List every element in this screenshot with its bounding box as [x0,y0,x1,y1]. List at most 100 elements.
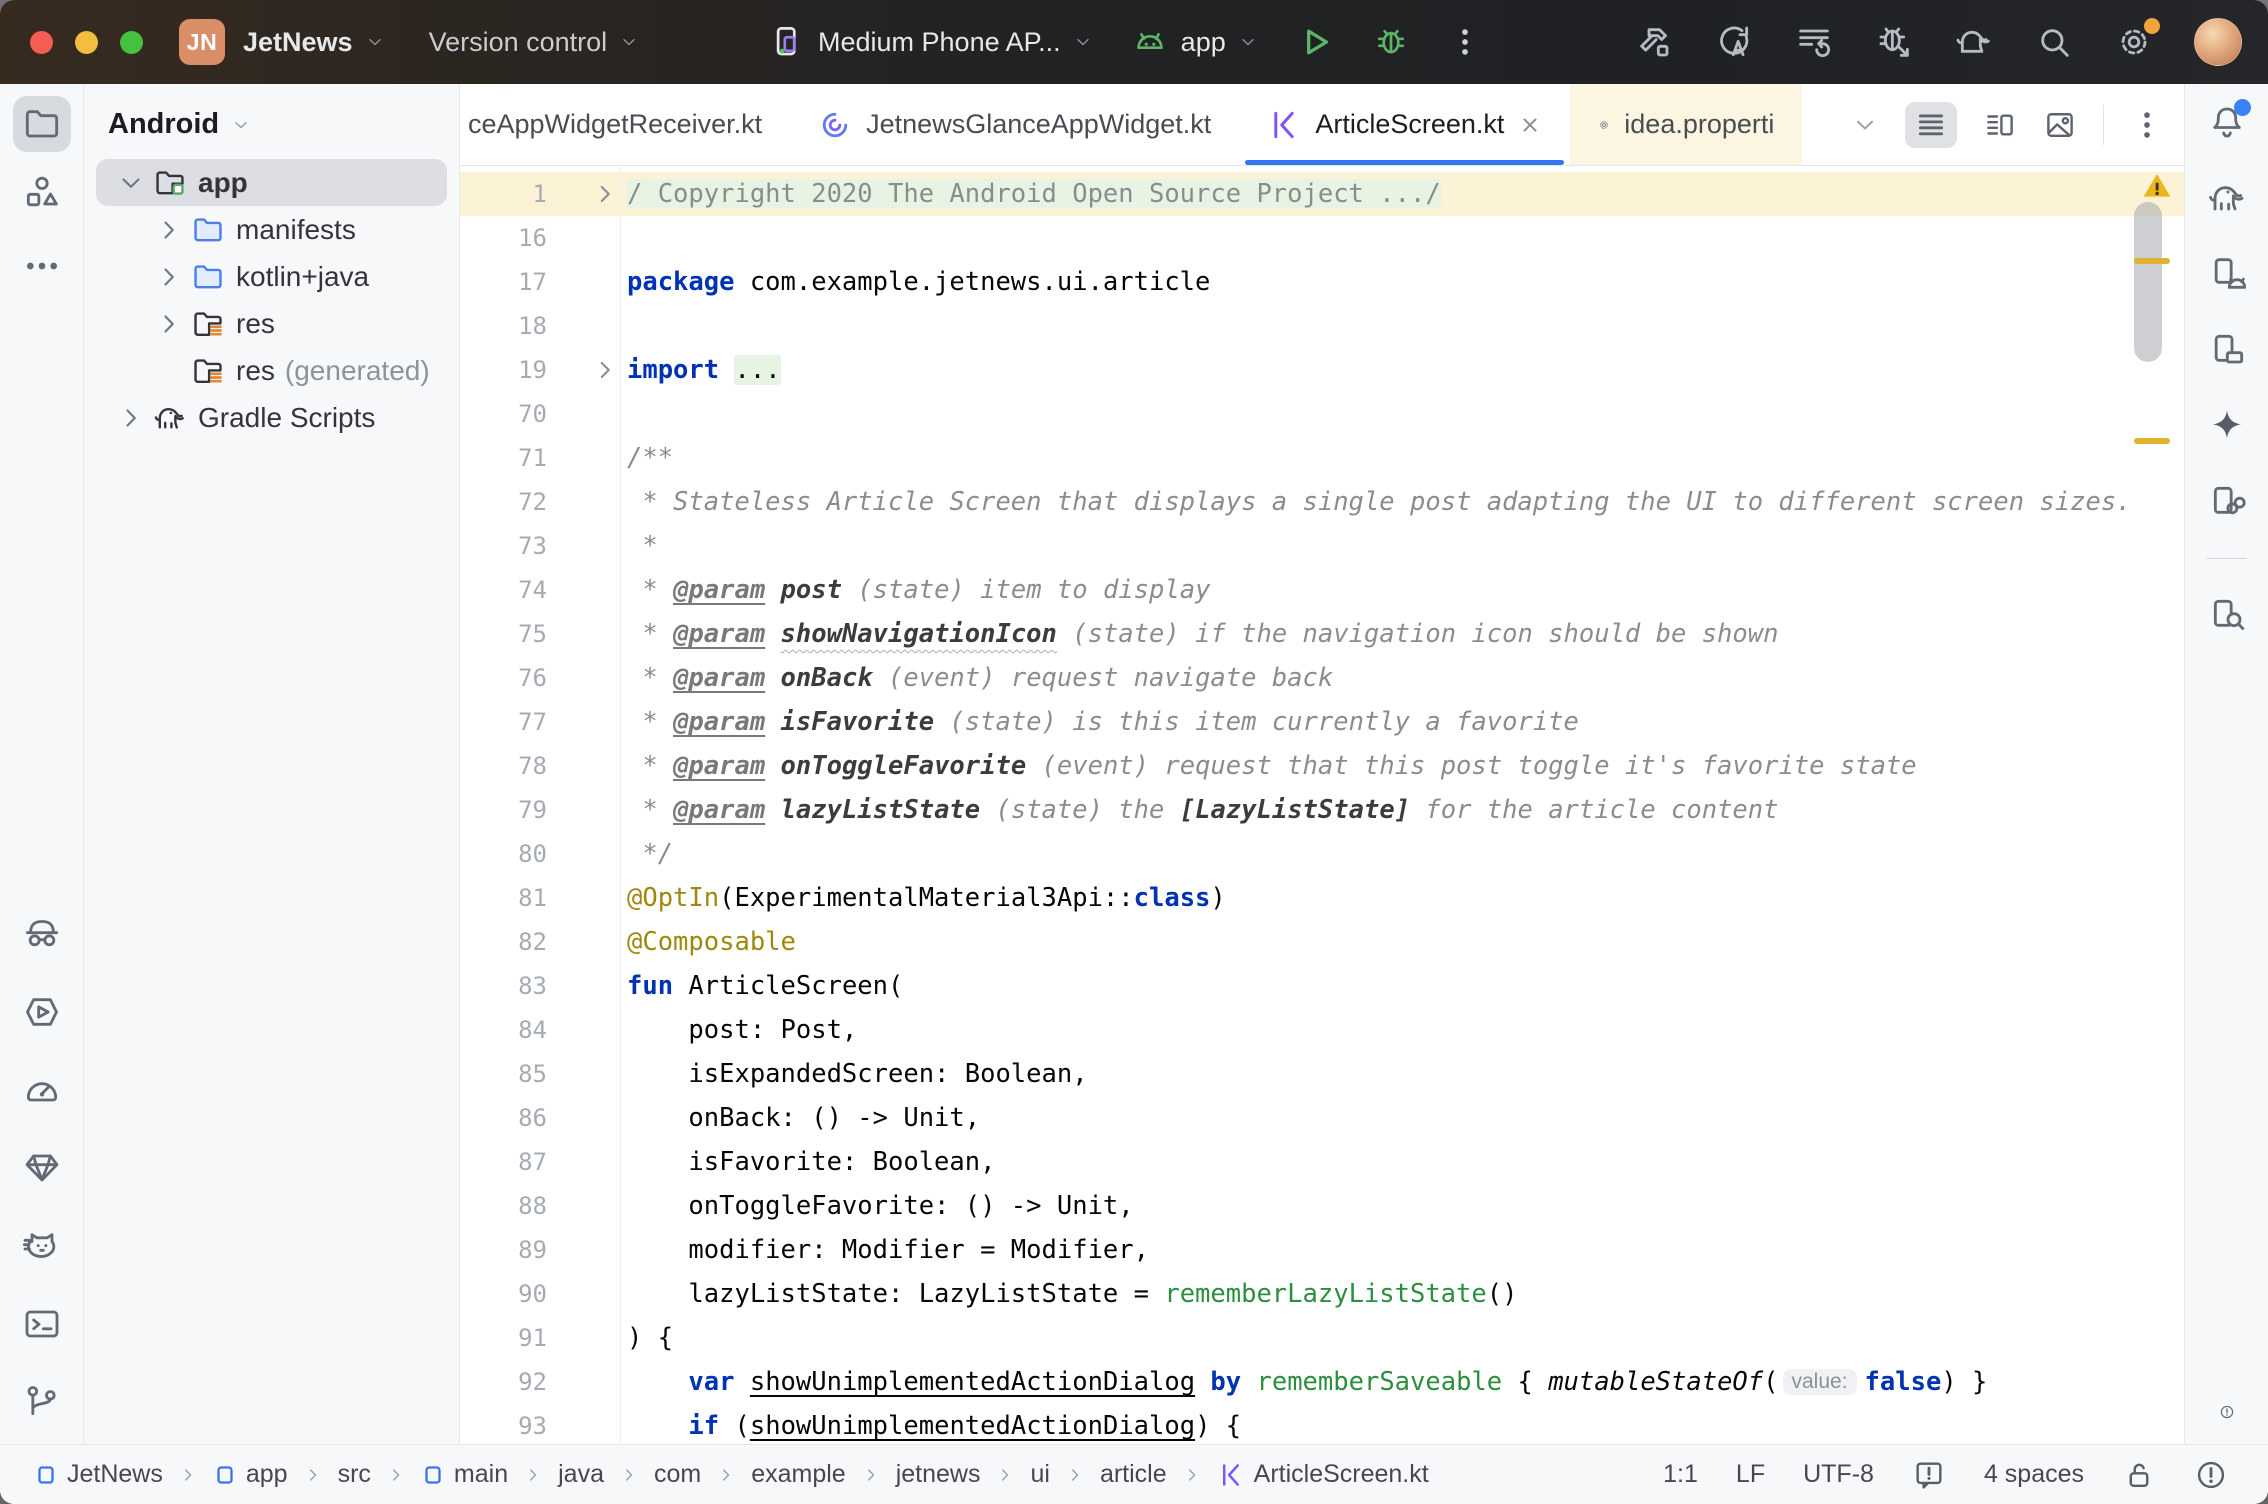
line-number[interactable]: 72 [518,488,547,516]
scrollbar-warning-mark[interactable] [2134,438,2170,444]
chevron-right-icon[interactable] [116,403,146,433]
line-number[interactable]: 93 [518,1412,547,1440]
code-line[interactable]: 81@OptIn(ExperimentalMaterial3Api::class… [460,876,2184,920]
code-line[interactable]: 75 * @param showNavigationIcon (state) i… [460,612,2184,656]
line-number[interactable]: 91 [518,1324,547,1352]
project-view-selector[interactable]: Android [84,100,459,159]
line-number[interactable]: 74 [518,576,547,604]
split-editor-icon[interactable] [1983,108,2017,142]
breadcrumb-java[interactable]: java [558,1460,604,1489]
chevron-right-icon[interactable] [154,215,184,245]
chevron-right-icon[interactable] [154,309,184,339]
terminal-icon[interactable] [22,1304,62,1344]
tab-articlescreen[interactable]: ArticleScreen.kt [1239,84,1570,165]
breadcrumb-com[interactable]: com [654,1460,701,1489]
build-icon[interactable] [1634,22,1674,62]
code-line[interactable]: 87 isFavorite: Boolean, [460,1140,2184,1184]
debug-button[interactable] [1372,23,1410,61]
device-selector[interactable]: Medium Phone AP... [768,23,1093,61]
code-line[interactable]: 84 post: Post, [460,1008,2184,1052]
line-number[interactable]: 85 [518,1060,547,1088]
tree-item-manifests[interactable]: manifests [96,206,447,253]
code-line[interactable]: 19import ... [460,348,2184,392]
zoom-window-button[interactable] [120,31,143,54]
code-line[interactable]: 18 [460,304,2184,348]
writable-status-icon[interactable] [2122,1458,2156,1492]
code-line[interactable]: 74 * @param post (state) item to display [460,568,2184,612]
running-devices-icon[interactable] [2207,330,2247,370]
close-icon[interactable] [1518,113,1542,137]
project-icon[interactable]: JN [179,19,225,65]
preview-icon[interactable] [2043,108,2077,142]
gradle-sync-icon[interactable] [1954,22,1994,62]
tree-item-gradle-scripts[interactable]: Gradle Scripts [96,394,447,441]
chevron-down-icon[interactable] [116,168,146,198]
code-line[interactable]: 77 * @param isFavorite (state) is this i… [460,700,2184,744]
apply-changes-icon[interactable] [1714,22,1754,62]
line-number[interactable]: 87 [518,1148,547,1176]
more-tool-windows-icon[interactable] [22,246,62,286]
code-line[interactable]: 88 onToggleFavorite: () -> Unit, [460,1184,2184,1228]
breadcrumb-main[interactable]: main [421,1460,508,1489]
line-number[interactable]: 76 [518,664,547,692]
line-number[interactable]: 75 [518,620,547,648]
device-streaming-icon[interactable] [2207,482,2247,522]
breadcrumb-jetnews[interactable]: JetNews [34,1460,163,1489]
code-editor[interactable]: 1/ Copyright 2020 The Android Open Sourc… [460,166,2184,1444]
code-line[interactable]: 92 var showUnimplementedActionDialog by … [460,1360,2184,1404]
line-number[interactable]: 84 [518,1016,547,1044]
line-number[interactable]: 83 [518,972,547,1000]
code-line[interactable]: 73 * [460,524,2184,568]
code-line[interactable]: 93 if (showUnimplementedActionDialog) { [460,1404,2184,1444]
inspection-warning-icon[interactable] [2139,170,2175,202]
app-quality-insights-icon[interactable] [22,1148,62,1188]
editor-view-mode-button[interactable] [1905,102,1957,148]
search-everywhere-icon[interactable] [2034,22,2074,62]
fold-arrow-icon[interactable] [592,181,618,207]
line-number[interactable]: 78 [518,752,547,780]
profiler-icon[interactable] [22,1070,62,1110]
code-line[interactable]: 91) { [460,1316,2184,1360]
code-line[interactable]: 80 */ [460,832,2184,876]
run-button[interactable] [1296,23,1334,61]
tree-item-app[interactable]: app [96,159,447,206]
chevron-right-icon[interactable] [154,262,184,292]
code-line[interactable]: 82@Composable [460,920,2184,964]
code-line[interactable]: 83fun ArticleScreen( [460,964,2184,1008]
project-tool-button[interactable] [13,96,71,152]
breadcrumb-example[interactable]: example [751,1460,846,1489]
line-number[interactable]: 18 [518,312,547,340]
minimize-window-button[interactable] [75,31,98,54]
file-encoding[interactable]: UTF-8 [1803,1460,1874,1489]
code-line[interactable]: 79 * @param lazyListState (state) the [L… [460,788,2184,832]
code-line[interactable]: 89 modifier: Modifier = Modifier, [460,1228,2184,1272]
line-number[interactable]: 19 [518,356,547,384]
line-number[interactable]: 90 [518,1280,547,1308]
git-icon[interactable] [22,1382,62,1422]
line-number[interactable]: 70 [518,400,547,428]
project-menu[interactable]: JetNews [243,27,385,58]
problems-status-icon[interactable] [2194,1458,2228,1492]
code-line[interactable]: 72 * Stateless Article Screen that displ… [460,480,2184,524]
code-line[interactable]: 71/** [460,436,2184,480]
breadcrumb-ui[interactable]: ui [1030,1460,1049,1489]
tree-item-res[interactable]: res [96,300,447,347]
resource-manager-icon[interactable] [22,172,62,212]
code-line[interactable]: 1/ Copyright 2020 The Android Open Sourc… [460,172,2184,216]
version-control-menu[interactable]: Version control [429,27,640,58]
line-number[interactable]: 16 [518,224,547,252]
breadcrumb-jetnews-pkg[interactable]: jetnews [896,1460,981,1489]
line-number[interactable]: 17 [518,268,547,296]
line-number[interactable]: 73 [518,532,547,560]
app-inspection-icon[interactable] [22,914,62,954]
code-line[interactable]: 78 * @param onToggleFavorite (event) req… [460,744,2184,788]
hidden-tabs-chevron-icon[interactable] [1851,111,1879,139]
tree-item-kotlin-java[interactable]: kotlin+java [96,253,447,300]
line-number[interactable]: 80 [518,840,547,868]
code-line[interactable]: 76 * @param onBack (event) request navig… [460,656,2184,700]
gemini-icon[interactable] [2207,406,2247,446]
user-avatar[interactable] [2194,18,2242,66]
code-line[interactable]: 17package com.example.jetnews.ui.article [460,260,2184,304]
tab-idea-properties[interactable]: idea.properti [1570,84,1802,165]
code-line[interactable]: 70 [460,392,2184,436]
